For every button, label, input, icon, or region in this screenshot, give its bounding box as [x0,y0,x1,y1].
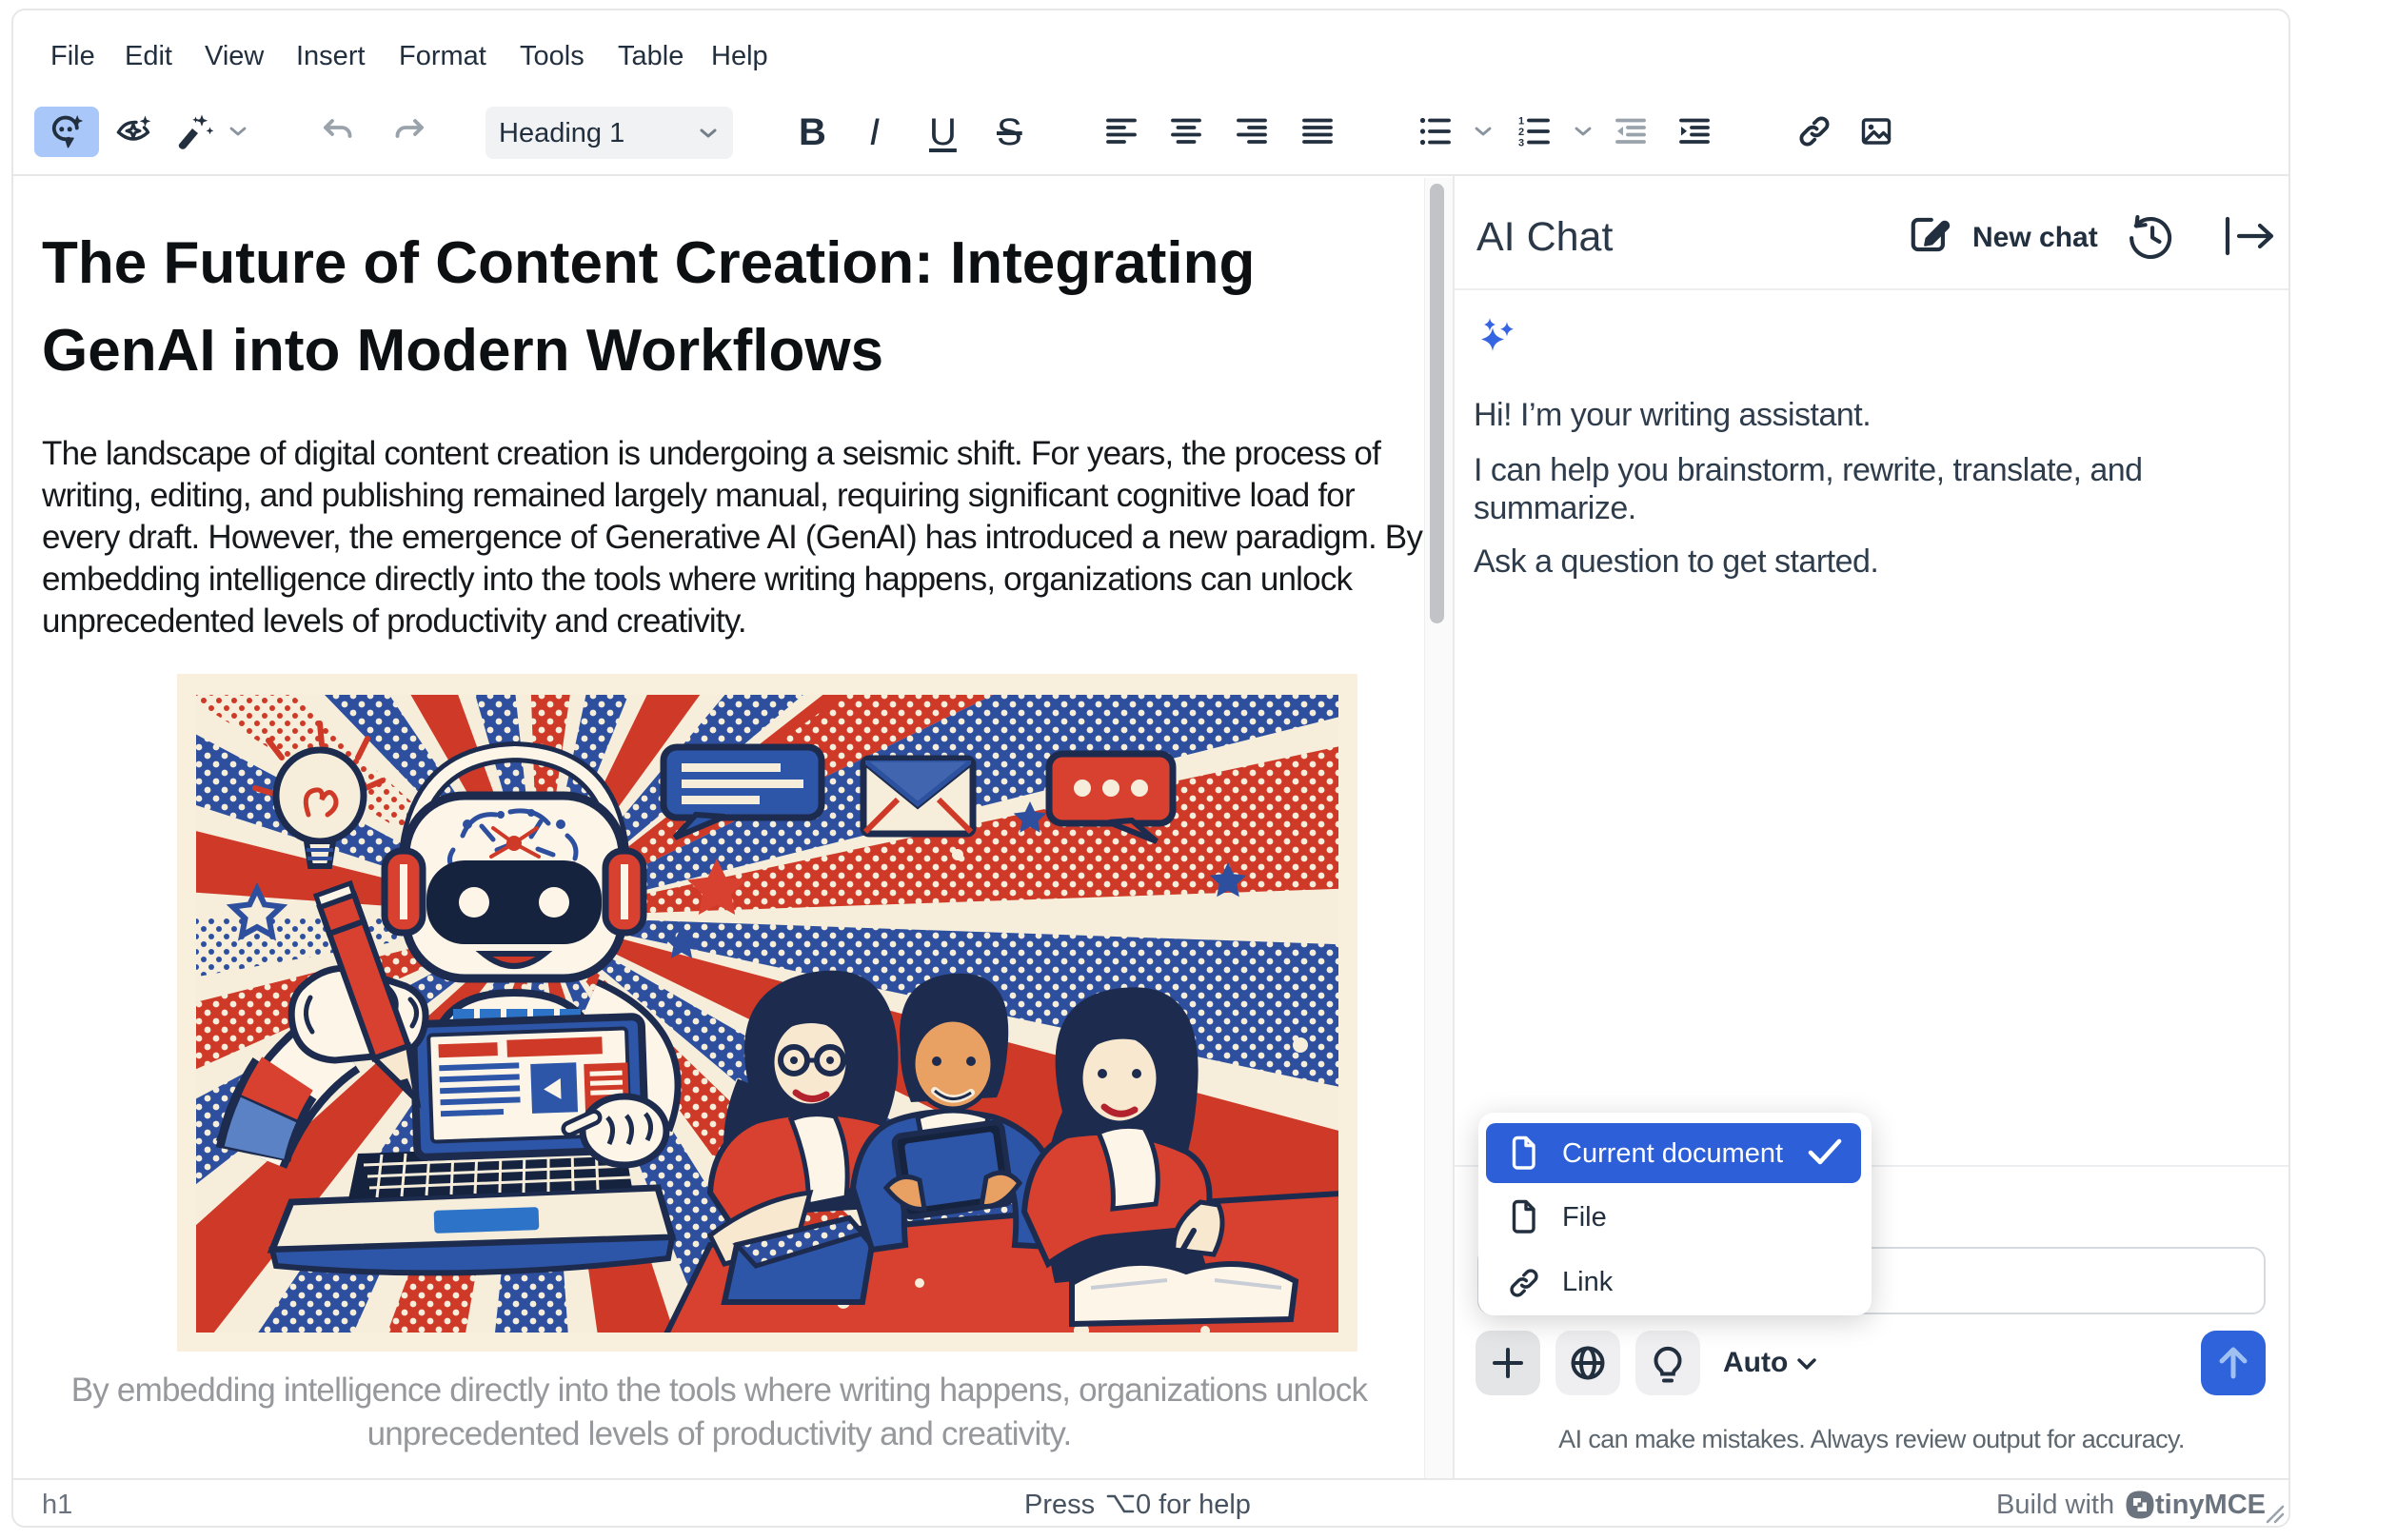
svg-text:2: 2 [1518,127,1524,138]
svg-text:1: 1 [1518,116,1524,128]
svg-text:3: 3 [1518,138,1524,149]
